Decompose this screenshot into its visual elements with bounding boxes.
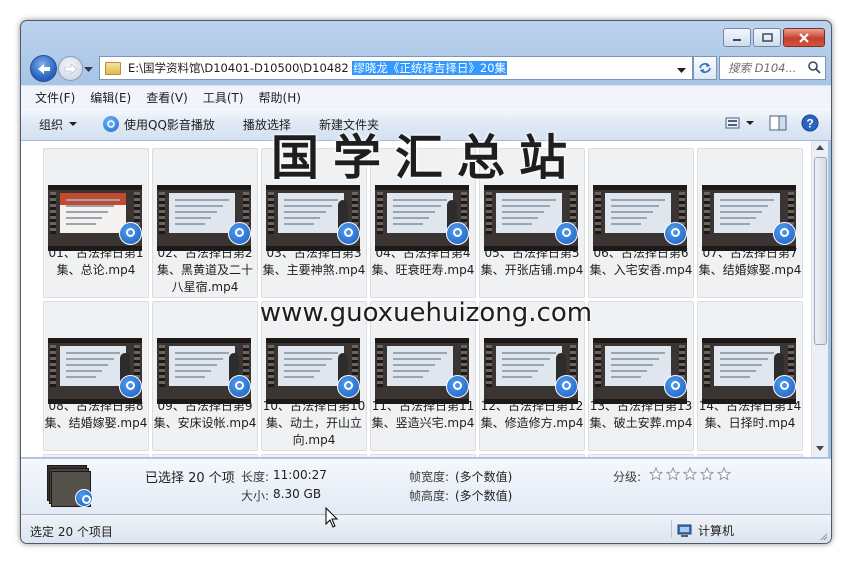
star-icon[interactable] (666, 467, 680, 481)
qq-player-icon (446, 222, 469, 245)
qq-player-icon (555, 375, 578, 398)
rating-label: 分级: (613, 470, 642, 484)
qq-player-icon (337, 375, 360, 398)
file-name: 09、古法择日第9集、安床设帐.mp4 (153, 399, 257, 430)
search-placeholder: 搜索 D104... (728, 61, 797, 75)
chevron-down-icon (84, 67, 93, 72)
menu-help[interactable]: 帮助(H) (259, 89, 301, 106)
address-path[interactable]: E:\国学资料馆\D10401-D10500\D10482 缪晓龙《正统择吉择日… (128, 60, 508, 76)
size-value: 8.30 GB (273, 487, 322, 501)
watermark-title: 国学汇总站 (270, 130, 581, 186)
refresh-icon (699, 63, 711, 73)
arrow-right-icon (64, 62, 77, 75)
star-icon[interactable] (717, 467, 731, 481)
back-button[interactable] (30, 55, 57, 82)
address-selected-text: 缪晓龙《正统择吉择日》20集 (352, 61, 508, 75)
file-name: 08、古法择日第8集、结婚嫁娶.mp4 (44, 399, 148, 430)
computer-icon (677, 524, 692, 537)
menu-edit[interactable]: 编辑(E) (90, 89, 131, 106)
selected-count: 已选择 20 个项 (145, 471, 235, 486)
file-name: 01、古法择日第1集、总论.mp4 (48, 246, 144, 277)
search-box[interactable]: 搜索 D104... (719, 56, 826, 80)
file-name: 07、古法择日第7集、结婚嫁娶.mp4 (698, 246, 802, 277)
caption-buttons (723, 28, 825, 47)
address-dropdown[interactable] (677, 63, 686, 77)
refresh-button[interactable] (693, 56, 717, 80)
qq-player-icon (119, 375, 142, 398)
status-bar: 选定 20 个项目 计算机 (21, 514, 831, 543)
file-item-partial[interactable] (588, 454, 694, 457)
status-computer: 计算机 (677, 522, 734, 539)
qq-player-icon (664, 222, 687, 245)
qq-player-icon (773, 375, 796, 398)
forward-button[interactable] (58, 56, 83, 81)
file-name: 03、古法择日第3集、主要神煞.mp4 (262, 246, 366, 277)
file-name: 11、古法择日第11集、竖造兴宅.mp4 (371, 399, 475, 430)
star-icon[interactable] (683, 467, 697, 481)
rating-stars[interactable] (649, 467, 731, 481)
computer-label: 计算机 (698, 524, 735, 538)
maximize-button[interactable] (753, 28, 781, 47)
file-name: 13、古法择日第13集、破土安葬.mp4 (589, 399, 693, 430)
qq-player-icon (664, 375, 687, 398)
details-pane: 已选择 20 个项 长度: 11:00:27 大小: 8.30 GB 帧宽度: … (21, 458, 831, 514)
scroll-down-icon[interactable] (816, 446, 824, 451)
qq-player-icon (337, 222, 360, 245)
file-item-partial[interactable] (370, 454, 476, 457)
file-item-partial[interactable] (261, 454, 367, 457)
qq-player-icon (75, 489, 93, 507)
star-icon[interactable] (649, 467, 663, 481)
explorer-window: E:\国学资料馆\D10401-D10500\D10482 缪晓龙《正统择吉择日… (20, 20, 832, 544)
size-label: 大小: (241, 489, 270, 503)
menu-bar: 文件(F) 编辑(E) 查看(V) 工具(T) 帮助(H) (21, 85, 831, 108)
status-text: 选定 20 个项目 (30, 525, 113, 539)
resize-grip-icon[interactable] (818, 531, 828, 541)
file-name: 02、古法择日第2集、黑黄道及二十八星宿.mp4 (156, 246, 253, 294)
length-value: 11:00:27 (273, 468, 327, 482)
frame-height-value: (多个数值) (455, 489, 513, 503)
file-name: 10、古法择日第10集、动土，开山立向.mp4 (262, 399, 366, 447)
menu-tools[interactable]: 工具(T) (203, 89, 244, 106)
file-name: 04、古法择日第4集、旺衰旺寿.mp4 (371, 246, 475, 277)
arrow-left-icon (37, 63, 50, 74)
frame-width-value: (多个数值) (455, 470, 513, 484)
qq-player-icon (228, 375, 251, 398)
file-name: 12、古法择日第12集、修造修方.mp4 (480, 399, 584, 430)
address-path-text: E:\国学资料馆\D10401-D10500\D10482 (128, 61, 353, 75)
frame-height-label: 帧高度: (409, 489, 450, 503)
qq-player-icon (446, 375, 469, 398)
frame-width-label: 帧宽度: (409, 470, 450, 484)
mouse-cursor-icon (325, 507, 339, 528)
chevron-down-icon (677, 68, 686, 73)
file-item-partial[interactable] (152, 454, 258, 457)
file-name: 14、古法择日第14集、日择时.mp4 (698, 399, 802, 430)
qq-player-icon (119, 222, 142, 245)
qq-player-icon (555, 222, 578, 245)
navigation-bar: E:\国学资料馆\D10401-D10500\D10482 缪晓龙《正统择吉择日… (21, 53, 831, 83)
minimize-button[interactable] (723, 28, 751, 47)
length-label: 长度: (241, 470, 270, 484)
star-icon[interactable] (700, 467, 714, 481)
folder-icon (105, 61, 121, 75)
qq-player-icon (773, 222, 796, 245)
address-bar[interactable]: E:\国学资料馆\D10401-D10500\D10482 缪晓龙《正统择吉择日… (99, 56, 693, 80)
status-separator (671, 520, 672, 538)
close-button[interactable] (783, 28, 825, 47)
watermark-url: www.guoxuehuizong.com (259, 298, 593, 328)
search-icon[interactable] (807, 60, 821, 74)
selection-thumbnail (47, 465, 93, 507)
file-name: 06、古法择日第6集、入宅安香.mp4 (589, 246, 693, 277)
menu-file[interactable]: 文件(F) (35, 89, 75, 106)
recent-pages-dropdown[interactable] (84, 62, 93, 76)
file-item-partial[interactable] (697, 454, 803, 457)
file-name: 05、古法择日第5集、开张店铺.mp4 (480, 246, 584, 277)
file-item-partial[interactable] (479, 454, 585, 457)
file-item-partial[interactable] (43, 454, 149, 457)
qq-player-icon (228, 222, 251, 245)
menu-view[interactable]: 查看(V) (146, 89, 188, 106)
